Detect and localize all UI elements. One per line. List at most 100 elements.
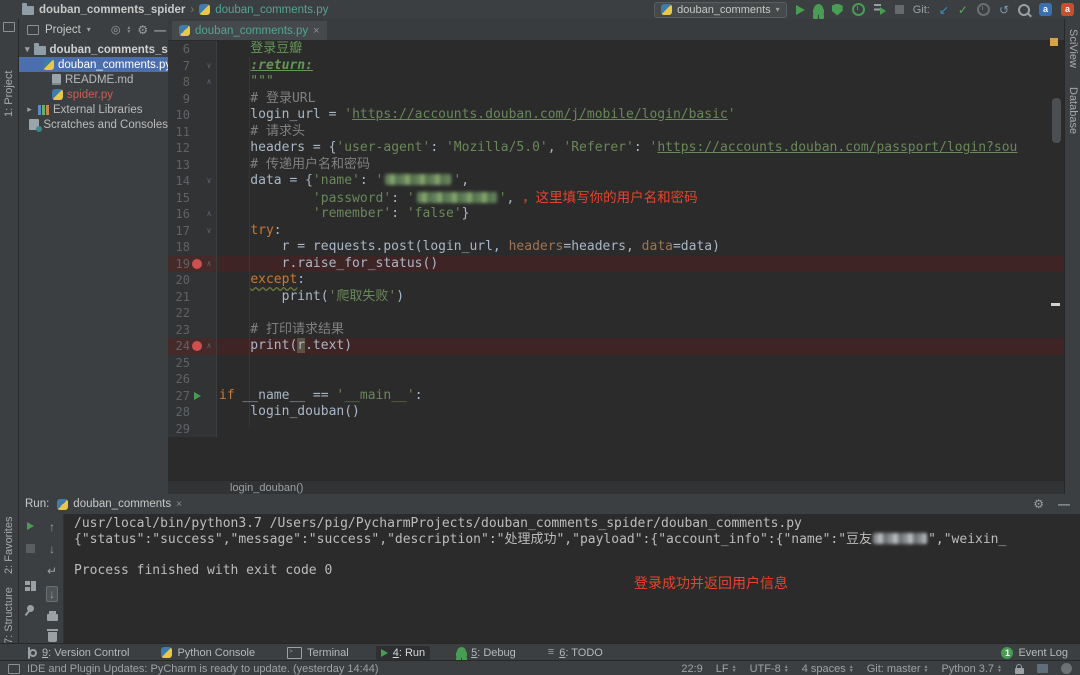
- breadcrumb-scope[interactable]: login_douban(): [230, 482, 303, 494]
- fold-icon[interactable]: ∧: [204, 338, 214, 355]
- event-log-button[interactable]: 1 Event Log: [1001, 646, 1068, 659]
- gutter[interactable]: 25: [168, 354, 217, 371]
- line-number[interactable]: 6: [168, 41, 190, 58]
- run-console[interactable]: /usr/local/bin/python3.7 /Users/pig/Pych…: [64, 514, 1080, 643]
- line-number[interactable]: 24: [168, 338, 190, 355]
- gutter[interactable]: 21: [168, 288, 217, 306]
- code-line-8[interactable]: 8 ∧ """: [168, 74, 1064, 91]
- line-number[interactable]: 15: [168, 190, 190, 207]
- code-line-6[interactable]: 6 登录豆瓣: [168, 41, 1064, 58]
- tree-item-douban-comments-py[interactable]: douban_comments.py: [19, 57, 171, 72]
- gutter[interactable]: 22: [168, 305, 217, 322]
- line-number[interactable]: 8: [168, 74, 190, 91]
- code-text[interactable]: r.raise_for_status(): [217, 256, 439, 273]
- gutter[interactable]: 23: [168, 321, 217, 339]
- debug-button[interactable]: [813, 4, 823, 15]
- gutter[interactable]: 26: [168, 371, 217, 388]
- code-text[interactable]: # 传递用户名和密码: [217, 157, 370, 174]
- editor-breadcrumb-bar[interactable]: login_douban(): [168, 480, 1064, 494]
- gutter[interactable]: 10: [168, 107, 217, 124]
- gutter[interactable]: 17 ∨: [168, 222, 217, 239]
- gutter[interactable]: 29: [168, 420, 217, 438]
- code-text[interactable]: # 请求头: [217, 124, 305, 141]
- line-number[interactable]: 29: [168, 421, 190, 438]
- line-number[interactable]: 18: [168, 239, 190, 256]
- git-update-icon[interactable]: ↙: [939, 4, 949, 16]
- line-number[interactable]: 10: [168, 107, 190, 124]
- status-widget-utf-8[interactable]: UTF-8 ▲ ▼: [750, 663, 789, 675]
- hide-panel-icon[interactable]: —: [154, 24, 166, 36]
- code-line-23[interactable]: 23 # 打印请求结果: [168, 321, 1064, 339]
- code-line-18[interactable]: 18 r = requests.post(login_url, headers=…: [168, 239, 1064, 256]
- clear-console-icon[interactable]: [46, 629, 58, 642]
- code-line-21[interactable]: 21 print('爬取失败'): [168, 288, 1064, 306]
- code-text[interactable]: [217, 421, 219, 438]
- tree-item-spider-py[interactable]: spider.py: [19, 87, 168, 102]
- gutter[interactable]: 19 ∧: [168, 255, 217, 273]
- run-with-coverage-button[interactable]: [831, 3, 843, 16]
- code-text[interactable]: [217, 355, 219, 372]
- project-panel-title[interactable]: Project: [45, 24, 81, 36]
- line-number[interactable]: 13: [168, 157, 190, 174]
- plugin-icon[interactable]: a: [1061, 3, 1074, 16]
- gutter[interactable]: 20: [168, 272, 217, 289]
- run-configuration-select[interactable]: douban_comments ▾: [654, 1, 787, 18]
- run-with-options-button[interactable]: [873, 4, 886, 15]
- minimize-run-panel-icon[interactable]: —: [1058, 498, 1070, 510]
- code-line-10[interactable]: 10 login_url = 'https://accounts.douban.…: [168, 107, 1064, 124]
- code-line-14[interactable]: 14 ∨ data = {'name': ' ',: [168, 173, 1064, 190]
- code-text[interactable]: login_url = 'https://accounts.douban.com…: [217, 107, 735, 124]
- line-number[interactable]: 23: [168, 322, 190, 339]
- restore-layout-icon[interactable]: [24, 581, 36, 591]
- close-run-tab-icon[interactable]: ×: [176, 499, 182, 510]
- tree-item-readme-md[interactable]: README.md: [19, 72, 168, 87]
- run-tab[interactable]: douban_comments ×: [57, 498, 182, 510]
- tool-strip-structure[interactable]: 7: Structure: [3, 587, 15, 644]
- status-message-area[interactable]: IDE and Plugin Updates: PyCharm is ready…: [8, 663, 379, 675]
- git-commit-icon[interactable]: ✓: [958, 4, 968, 16]
- rollback-icon[interactable]: ↺: [999, 4, 1009, 16]
- line-number[interactable]: 21: [168, 289, 190, 306]
- print-icon[interactable]: [46, 611, 58, 621]
- gutter[interactable]: 28: [168, 404, 217, 421]
- code-line-22[interactable]: 22: [168, 305, 1064, 322]
- code-line-24[interactable]: 24 ∧ print(r.text): [168, 338, 1064, 355]
- line-number[interactable]: 12: [168, 140, 190, 157]
- pin-tab-icon[interactable]: [25, 603, 35, 614]
- translate-plugin-icon[interactable]: a: [1039, 3, 1052, 16]
- code-line-20[interactable]: 20 except:: [168, 272, 1064, 289]
- code-text[interactable]: [217, 305, 219, 322]
- run-line-icon[interactable]: [193, 391, 201, 400]
- gutter[interactable]: 9: [168, 90, 217, 107]
- code-text[interactable]: headers = {'user-agent': 'Mozilla/5.0', …: [217, 140, 1017, 157]
- code-text[interactable]: [217, 371, 219, 388]
- gutter[interactable]: 8 ∧: [168, 74, 217, 91]
- rerun-button[interactable]: [26, 522, 34, 530]
- search-everywhere-icon[interactable]: [1018, 3, 1030, 16]
- line-number[interactable]: 27: [168, 388, 190, 405]
- locate-file-icon[interactable]: ◎: [111, 23, 121, 36]
- run-button[interactable]: [795, 4, 805, 15]
- code-line-29[interactable]: 29: [168, 420, 1064, 438]
- collapse-all-icon[interactable]: ▲ ▼: [126, 25, 131, 34]
- down-stack-trace-icon[interactable]: ↓: [49, 542, 55, 556]
- code-line-19[interactable]: 19 ∧ r.raise_for_status(): [168, 255, 1064, 273]
- chevron-down-icon[interactable]: ▾: [87, 25, 91, 34]
- code-line-11[interactable]: 11 # 请求头: [168, 123, 1064, 141]
- history-icon[interactable]: [976, 3, 990, 16]
- code-text[interactable]: r = requests.post(login_url, headers=hea…: [217, 239, 720, 256]
- gutter[interactable]: 16 ∧: [168, 206, 217, 223]
- fold-icon[interactable]: ∧: [204, 256, 214, 273]
- fold-icon[interactable]: ∧: [204, 74, 214, 91]
- editor-tab[interactable]: douban_comments.py ×: [172, 21, 327, 42]
- toolwindow-button-debug[interactable]: 5: Debug: [452, 646, 521, 660]
- editor-scrollbar[interactable]: [1052, 98, 1061, 143]
- code-text[interactable]: """: [217, 74, 274, 91]
- tool-strip-favorites[interactable]: 2: Favorites: [3, 517, 15, 574]
- code-line-26[interactable]: 26: [168, 371, 1064, 388]
- line-number[interactable]: 22: [168, 305, 190, 322]
- fold-icon[interactable]: ∨: [204, 173, 214, 190]
- soft-wrap-icon[interactable]: ↵: [47, 564, 57, 578]
- breadcrumb-file[interactable]: douban_comments.py: [215, 4, 328, 16]
- close-tab-icon[interactable]: ×: [313, 25, 319, 37]
